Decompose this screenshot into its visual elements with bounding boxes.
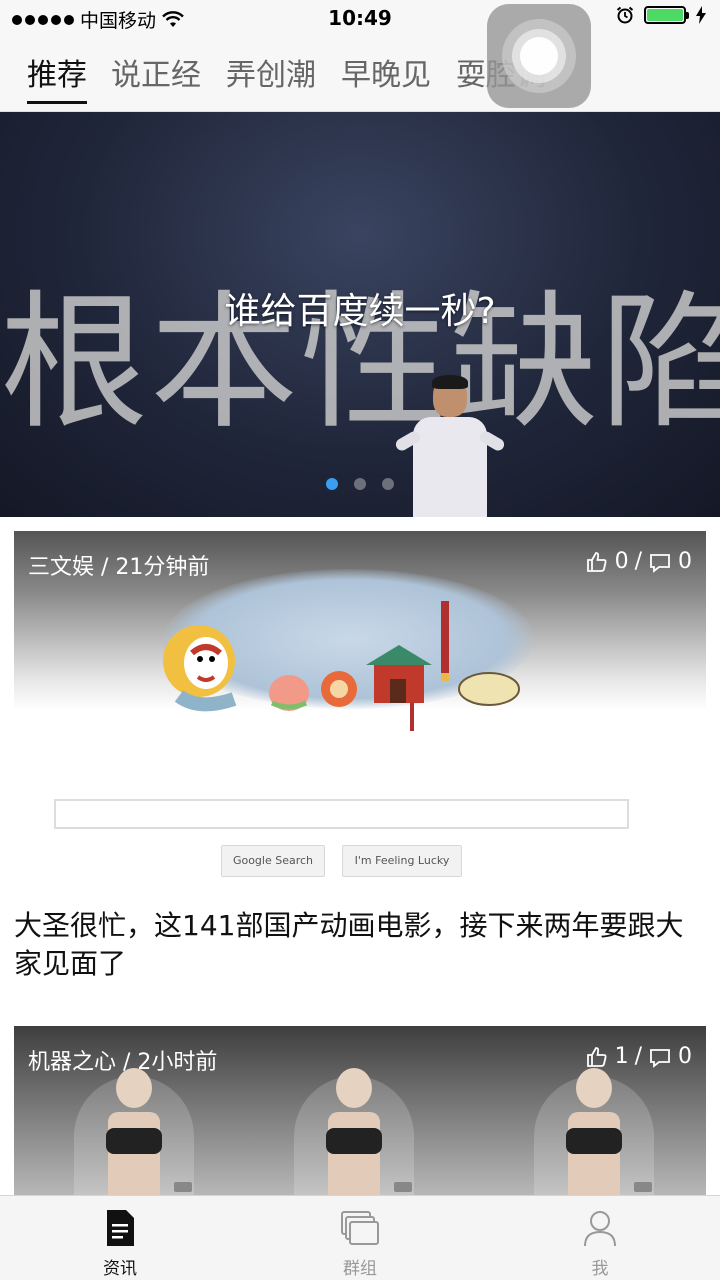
hero-background-text: 根本性缺陷 xyxy=(0,277,720,449)
article-image: Google Search I'm Feeling Lucky 三文娱 / 21… xyxy=(14,531,706,881)
tab-zaowanjian[interactable]: 早晚见 xyxy=(341,50,431,94)
nav-label: 群组 xyxy=(343,1259,377,1279)
alarm-icon xyxy=(616,6,634,24)
comment-count: 0 xyxy=(678,1044,692,1069)
battery-icon xyxy=(644,6,689,24)
status-bar: 中国移动 10:49 xyxy=(0,0,720,36)
page-dot[interactable] xyxy=(326,478,338,490)
comment-icon[interactable] xyxy=(648,1045,672,1069)
thumbs-up-icon[interactable] xyxy=(585,550,609,574)
page-dot[interactable] xyxy=(354,478,366,490)
like-count: 0 xyxy=(614,549,629,574)
stack-icon xyxy=(341,1211,379,1245)
google-search-input xyxy=(54,799,629,829)
person-icon xyxy=(584,1211,616,1247)
article-meta: 机器之心 / 2小时前 xyxy=(28,1050,218,1075)
hero-title: 谁给百度续一秒? xyxy=(224,291,496,332)
page-indicator[interactable] xyxy=(326,478,394,490)
robot-figure xyxy=(74,1056,194,1196)
tab-shuozhengjing[interactable]: 说正经 xyxy=(111,50,201,94)
status-time: 10:49 xyxy=(328,6,392,30)
article-card[interactable]: 机器之心 / 2小时前 1 / 0 xyxy=(14,1026,706,1196)
hero-banner[interactable]: 根本性缺陷 谁给百度续一秒? xyxy=(0,112,720,517)
assistive-touch-button[interactable] xyxy=(487,4,591,108)
tab-nongchuangchao[interactable]: 弄创潮 xyxy=(226,50,316,94)
article-meta: 三文娱 / 21分钟前 xyxy=(28,555,210,580)
page-dot[interactable] xyxy=(382,478,394,490)
article-stats: 1 / 0 xyxy=(585,1044,692,1069)
stats-separator: / xyxy=(634,549,642,574)
bottom-nav: 资讯 群组 我 xyxy=(0,1195,720,1280)
article-title[interactable]: 大圣很忙，这141部国产动画电影，接下来两年要跟大家见面了 xyxy=(14,881,706,983)
google-search-button: Google Search xyxy=(221,845,325,877)
thumbs-up-icon[interactable] xyxy=(585,1045,609,1069)
nav-item-groups[interactable]: 群组 xyxy=(240,1196,480,1280)
nav-item-me[interactable]: 我 xyxy=(480,1196,720,1280)
monkey-king-doodle xyxy=(163,601,520,731)
comment-icon[interactable] xyxy=(648,550,672,574)
charging-icon xyxy=(696,6,706,24)
feeling-lucky-button: I'm Feeling Lucky xyxy=(342,845,462,877)
robot-figure xyxy=(534,1056,654,1196)
article-card[interactable]: Google Search I'm Feeling Lucky 三文娱 / 21… xyxy=(14,531,706,983)
robot-figure xyxy=(294,1056,414,1196)
article-image: 机器之心 / 2小时前 1 / 0 xyxy=(14,1026,706,1196)
hero-speaker-image xyxy=(393,375,507,517)
category-tabs: 推荐 说正经 弄创潮 早晚见 耍腔调 xyxy=(0,36,720,112)
document-icon xyxy=(107,1210,134,1246)
comment-count: 0 xyxy=(678,549,692,574)
nav-label: 资讯 xyxy=(103,1259,137,1279)
nav-label: 我 xyxy=(591,1259,609,1279)
nav-item-news[interactable]: 资讯 xyxy=(0,1196,240,1280)
status-right xyxy=(616,6,706,24)
tab-recommend[interactable]: 推荐 xyxy=(27,50,87,104)
like-count: 1 xyxy=(614,1044,629,1069)
stats-separator: / xyxy=(634,1044,642,1069)
article-stats: 0 / 0 xyxy=(585,549,692,574)
